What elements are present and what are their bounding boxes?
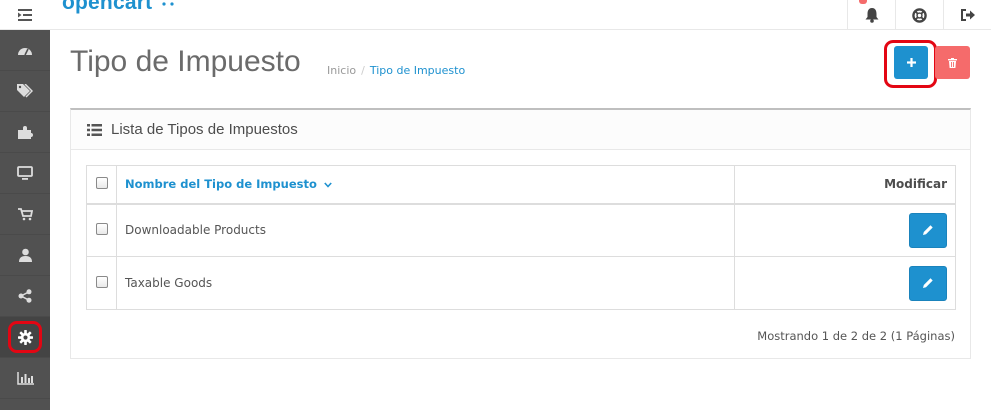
column-header-name[interactable]: Nombre del Tipo de Impuesto bbox=[116, 165, 735, 205]
bar-chart-icon bbox=[16, 371, 34, 385]
cog-icon bbox=[17, 329, 33, 345]
table-row: Taxable Goods bbox=[86, 256, 956, 310]
menu-toggle-button[interactable] bbox=[0, 0, 50, 30]
add-button[interactable] bbox=[894, 46, 928, 79]
sidebar-item-catalog[interactable] bbox=[0, 71, 50, 112]
page-title: Tipo de Impuesto bbox=[70, 45, 301, 78]
tax-class-table: Nombre del Tipo de Impuesto Modificar Do… bbox=[86, 165, 956, 310]
sidebar-item-customers[interactable] bbox=[0, 235, 50, 276]
sidebar-item-system[interactable] bbox=[0, 317, 50, 358]
row-action-cell bbox=[734, 256, 956, 310]
logout-button[interactable] bbox=[943, 0, 991, 30]
desktop-icon bbox=[17, 166, 33, 180]
pencil-icon bbox=[923, 278, 933, 288]
highlight-ring bbox=[8, 321, 42, 353]
tags-icon bbox=[17, 84, 33, 98]
logo-cart-icon bbox=[162, 2, 174, 6]
row-select-cell bbox=[86, 256, 117, 310]
row-action-cell bbox=[734, 203, 956, 257]
sign-out-icon bbox=[960, 9, 975, 21]
row-name: Downloadable Products bbox=[116, 203, 735, 257]
row-checkbox[interactable] bbox=[95, 275, 108, 288]
breadcrumb-current[interactable]: Tipo de Impuesto bbox=[370, 64, 465, 77]
dashboard-icon bbox=[18, 48, 32, 56]
menu-indent-icon bbox=[18, 9, 32, 21]
sidebar-item-reports[interactable] bbox=[0, 358, 50, 399]
trash-icon bbox=[948, 57, 957, 68]
life-ring-icon bbox=[912, 7, 927, 23]
share-icon bbox=[18, 289, 32, 303]
sidebar-item-extensions[interactable] bbox=[0, 112, 50, 153]
row-checkbox[interactable] bbox=[95, 222, 108, 235]
sidebar-menu bbox=[0, 30, 50, 410]
pagination-text: Mostrando 1 de 2 de 2 (1 Páginas) bbox=[757, 329, 955, 343]
notification-badge bbox=[859, 0, 867, 4]
puzzle-icon bbox=[17, 126, 33, 139]
shopping-cart-icon bbox=[17, 207, 33, 220]
edit-button[interactable] bbox=[909, 265, 947, 301]
bell-icon bbox=[865, 7, 878, 23]
top-header: opencart bbox=[0, 0, 991, 30]
edit-button[interactable] bbox=[909, 212, 947, 248]
opencart-logo[interactable]: opencart bbox=[62, 0, 182, 15]
delete-button[interactable] bbox=[935, 46, 970, 79]
user-icon bbox=[18, 248, 32, 262]
logo-text: opencart bbox=[62, 0, 153, 14]
panel-title: Lista de Tipos de Impuestos bbox=[111, 121, 298, 138]
help-button[interactable] bbox=[895, 0, 943, 30]
table-header-row: Nombre del Tipo de Impuesto Modificar bbox=[86, 165, 956, 205]
tax-class-list-panel: Lista de Tipos de Impuestos Nombre del T… bbox=[70, 108, 971, 359]
row-name: Taxable Goods bbox=[116, 256, 735, 310]
column-header-action: Modificar bbox=[734, 165, 956, 205]
select-all-cell bbox=[86, 165, 117, 205]
breadcrumb-home[interactable]: Inicio bbox=[327, 64, 356, 77]
sidebar-item-sales[interactable] bbox=[0, 194, 50, 235]
column-header-name-label: Nombre del Tipo de Impuesto bbox=[125, 177, 317, 192]
row-select-cell bbox=[86, 203, 117, 257]
sidebar-item-dashboard[interactable] bbox=[0, 30, 50, 71]
notifications-button[interactable] bbox=[847, 0, 895, 30]
pencil-icon bbox=[923, 225, 933, 236]
sidebar-item-marketing[interactable] bbox=[0, 276, 50, 317]
table-row: Downloadable Products bbox=[86, 203, 956, 257]
list-icon bbox=[87, 123, 102, 136]
select-all-checkbox[interactable] bbox=[95, 176, 108, 189]
sidebar-item-design[interactable] bbox=[0, 153, 50, 194]
plus-icon bbox=[906, 58, 916, 67]
breadcrumb-separator: / bbox=[361, 64, 365, 77]
sort-caret-icon bbox=[324, 182, 332, 188]
breadcrumb: Inicio / Tipo de Impuesto bbox=[327, 64, 465, 77]
panel-heading: Lista de Tipos de Impuestos bbox=[71, 110, 970, 150]
